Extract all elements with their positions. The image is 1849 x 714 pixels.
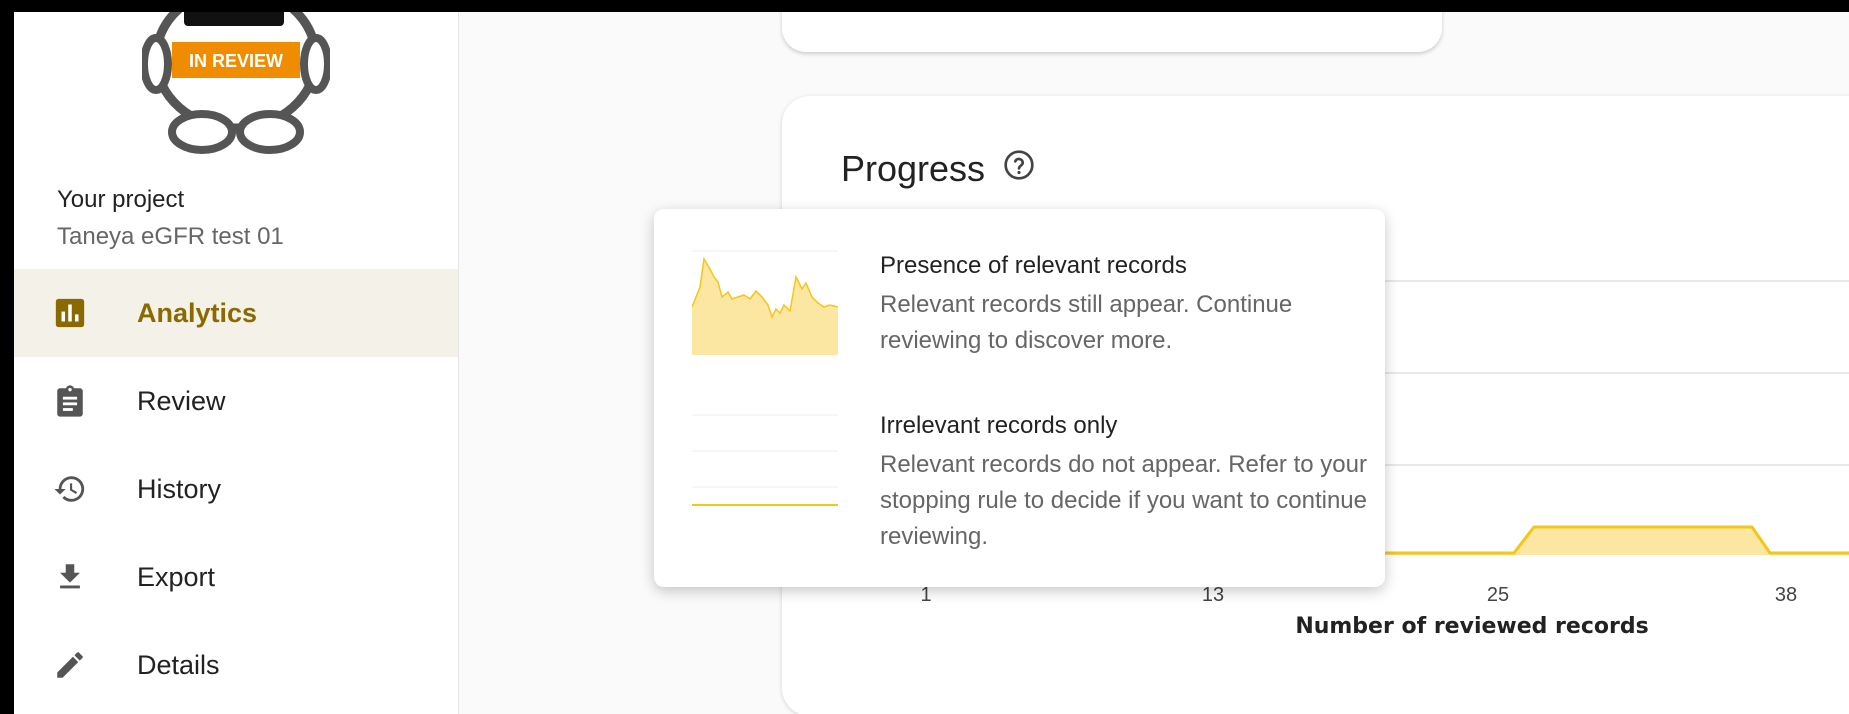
summary-card — [782, 12, 1442, 52]
help-circle-icon[interactable] — [1003, 149, 1035, 181]
progress-title: Progress — [841, 148, 986, 189]
clipboard-icon — [57, 385, 83, 417]
download-icon — [60, 564, 80, 589]
x-tick-label: 13 — [1201, 584, 1225, 606]
irrelevant-trend-thumbnail — [692, 414, 838, 506]
sidebar-item-analytics[interactable]: Analytics — [14, 269, 458, 357]
sidebar-item-label: Details — [137, 649, 220, 680]
tooltip-item-title: Presence of relevant records — [880, 252, 1187, 279]
relevant-trend-thumbnail — [692, 250, 838, 355]
sidebar-item-label: Review — [137, 385, 226, 416]
sidebar-item-review[interactable]: Review — [14, 357, 458, 445]
sidebar-item-history[interactable]: History — [14, 445, 458, 533]
x-axis-label: Number of reviewed records — [1295, 614, 1649, 639]
sidebar-item-label: Export — [137, 561, 216, 592]
x-tick-label: 25 — [1486, 584, 1510, 606]
mascot-logo: IN REVIEW — [142, 12, 330, 154]
tooltip-item-title: Irrelevant records only — [880, 412, 1118, 439]
progress-help-tooltip: Presence of relevant records Relevant re… — [654, 209, 1385, 587]
sidebar-item-details[interactable]: Details — [14, 621, 458, 709]
sidebar-item-label: History — [137, 473, 222, 504]
app-window: IN REVIEW Your project Taneya eGFR test … — [14, 12, 1849, 714]
tooltip-item-text: Relevant records do not appear. Refer to… — [880, 451, 1367, 550]
history-icon — [54, 476, 85, 502]
sidebar-item-export[interactable]: Export — [14, 533, 458, 621]
tooltip-item-text: Relevant records still appear. Continue … — [880, 291, 1293, 354]
project-heading: Your project — [57, 186, 185, 213]
x-tick-label: 1 — [920, 584, 932, 606]
sidebar: IN REVIEW Your project Taneya eGFR test … — [14, 12, 459, 714]
status-badge: IN REVIEW — [189, 51, 283, 71]
project-name: Taneya eGFR test 01 — [57, 223, 284, 250]
x-tick-label: 38 — [1774, 584, 1798, 606]
bar-chart-icon — [55, 298, 85, 328]
pencil-icon — [57, 652, 83, 678]
sidebar-item-label: Analytics — [137, 297, 258, 328]
